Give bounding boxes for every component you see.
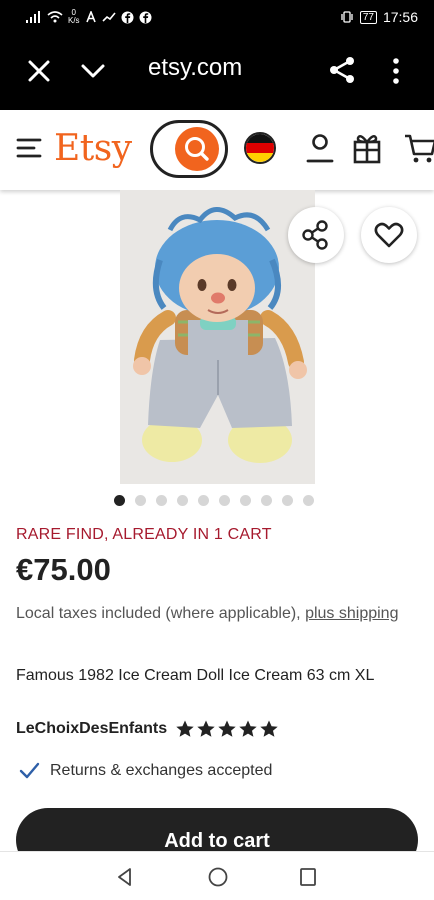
heart-icon: [374, 222, 404, 248]
carousel-dot[interactable]: [114, 495, 125, 506]
search-icon: [185, 137, 209, 161]
share-icon: [302, 220, 328, 250]
carousel-dot[interactable]: [303, 495, 314, 506]
network-speed-unit: K/s: [68, 16, 80, 25]
listing-title: Famous 1982 Ice Cream Doll Ice Cream 63 …: [16, 667, 375, 684]
germany-flag-icon[interactable]: [244, 132, 276, 164]
share-icon[interactable]: [326, 54, 358, 86]
carousel-dot[interactable]: [135, 495, 146, 506]
signal-icon: [26, 11, 40, 23]
star-icon: [218, 720, 236, 737]
star-icon: [239, 720, 257, 737]
image-share-button[interactable]: [288, 207, 344, 263]
carousel-dot[interactable]: [156, 495, 167, 506]
more-vertical-icon[interactable]: [388, 56, 404, 86]
shop-name-link[interactable]: LeChoixDesEnfants: [16, 720, 167, 738]
etsy-logo[interactable]: Etsy: [54, 128, 132, 169]
carousel-dot[interactable]: [177, 495, 188, 506]
taxes-text: Local taxes included (where applicable),: [16, 605, 306, 622]
favorite-button[interactable]: [361, 207, 417, 263]
status-bar: 0 K/s 77 17:56: [0, 0, 434, 34]
browser-toolbar: etsy.com: [0, 34, 434, 110]
cast-icon: [101, 12, 116, 22]
site-header: Etsy: [0, 110, 434, 190]
returns-policy: Returns & exchanges accepted: [18, 760, 272, 782]
system-navigation-bar: [0, 851, 434, 900]
shipping-link[interactable]: plus shipping: [305, 605, 398, 622]
status-left: 0 K/s: [26, 9, 152, 25]
facebook-icon: [121, 11, 134, 23]
rare-find-label: RARE FIND, ALREADY IN 1 CART: [16, 526, 272, 543]
check-icon: [19, 762, 40, 779]
back-icon[interactable]: [114, 866, 136, 888]
search-button[interactable]: [150, 120, 228, 178]
cart-icon[interactable]: [404, 132, 434, 164]
status-right: 77 17:56: [340, 9, 418, 25]
carousel-dot[interactable]: [261, 495, 272, 506]
shop-row: LeChoixDesEnfants: [16, 719, 279, 739]
gift-icon[interactable]: [352, 130, 382, 164]
carousel-dot[interactable]: [282, 495, 293, 506]
recent-apps-icon[interactable]: [298, 866, 318, 888]
product-image[interactable]: [120, 190, 315, 484]
wifi-icon: [47, 11, 63, 23]
star-icon: [260, 720, 278, 737]
network-speed: 0 K/s: [68, 9, 80, 25]
star-rating[interactable]: [175, 719, 279, 739]
vibrate-icon: [341, 11, 353, 23]
carousel-dot[interactable]: [198, 495, 209, 506]
notification-a-icon: [85, 11, 96, 23]
product-photo: [120, 190, 315, 484]
returns-text: Returns & exchanges accepted: [50, 762, 273, 779]
image-carousel-dots: [114, 495, 314, 506]
user-icon[interactable]: [306, 132, 334, 164]
taxes-note: Local taxes included (where applicable),…: [16, 601, 416, 627]
carousel-dot[interactable]: [240, 495, 251, 506]
hamburger-menu-icon[interactable]: [16, 136, 42, 160]
chevron-down-icon[interactable]: [78, 56, 108, 86]
search-button-circle: [175, 127, 219, 171]
price: €75.00: [16, 552, 111, 587]
star-icon: [176, 720, 194, 737]
carousel-dot[interactable]: [219, 495, 230, 506]
close-icon[interactable]: [24, 56, 54, 86]
url-bar[interactable]: etsy.com: [148, 54, 242, 82]
facebook-icon-2: [139, 11, 152, 23]
home-icon[interactable]: [207, 866, 229, 888]
clock: 17:56: [382, 9, 418, 25]
battery-indicator: 77: [359, 10, 377, 24]
star-icon: [197, 720, 215, 737]
